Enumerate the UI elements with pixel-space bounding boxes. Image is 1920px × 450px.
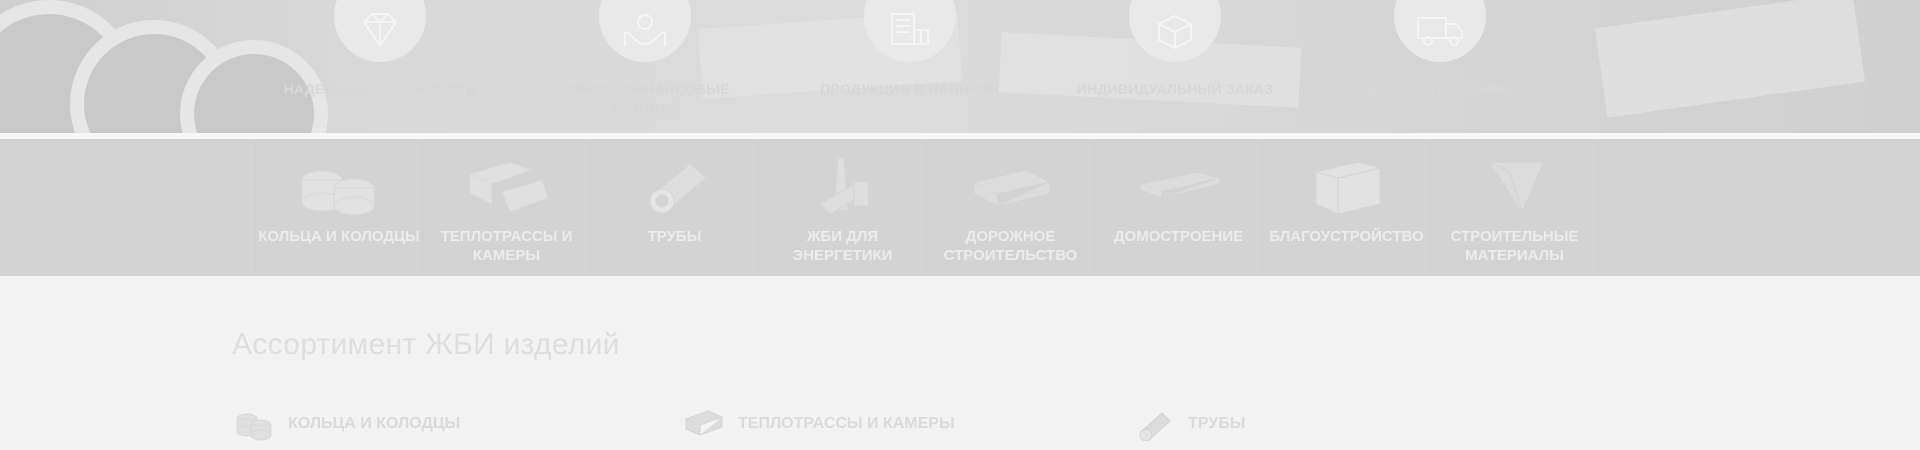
- feature-label: Индивидуальный заказ: [1076, 81, 1274, 97]
- warehouse-icon: [864, 0, 956, 62]
- assortment-item-heat-networks[interactable]: Теплотрассы и камеры: [682, 404, 955, 444]
- category-label: Благоустройство: [1269, 228, 1424, 245]
- category-label: Дорожное строительство: [943, 228, 1078, 264]
- category-label: Теплотрассы и камеры: [440, 228, 573, 264]
- feature-label: Гибкие финансовые условия: [560, 81, 730, 116]
- feature-label: Продукция в наличии: [820, 81, 1000, 97]
- hero-banner: Надежная надежность Гибкие финансовые ус…: [0, 0, 1920, 133]
- feature-item: Продукция в наличии: [790, 0, 1030, 133]
- feature-label: Быстрая доставка: [1362, 81, 1518, 97]
- assortment-item-label: Теплотрассы и камеры: [738, 415, 955, 432]
- rings-image: [294, 151, 384, 221]
- feature-item: Быстрая доставка: [1320, 0, 1560, 133]
- category-housing[interactable]: Домостроение: [1095, 139, 1263, 276]
- category-rings[interactable]: Кольца и колодцы: [255, 139, 423, 276]
- assortment-list: Кольца и колодцы Теплотрассы и камеры Тр…: [232, 404, 1632, 444]
- category-label: Трубы: [647, 228, 702, 245]
- category-label: Строительные материалы: [1450, 228, 1579, 264]
- energy-image: [798, 151, 888, 221]
- pipe-thumb: [1132, 406, 1176, 442]
- feature-item: Надежная надежность: [260, 0, 500, 133]
- assortment-item-rings[interactable]: Кольца и колодцы: [232, 404, 460, 444]
- category-road[interactable]: Дорожное строительство: [927, 139, 1095, 276]
- category-materials[interactable]: Строительные материалы: [1431, 139, 1599, 276]
- assortment-item-label: Трубы: [1188, 415, 1246, 432]
- rings-thumb: [232, 406, 276, 442]
- category-list: Кольца и колодцы Теплотрассы и камеры Тр…: [255, 139, 1599, 276]
- trays-image: [462, 151, 552, 221]
- feature-item: Индивидуальный заказ: [1055, 0, 1295, 133]
- category-heat-networks[interactable]: Теплотрассы и камеры: [423, 139, 591, 276]
- slab-image: [1134, 151, 1224, 221]
- category-label: Домостроение: [1113, 228, 1244, 245]
- materials-image: [1470, 151, 1560, 221]
- trays-thumb: [682, 406, 726, 442]
- truck-icon: [1394, 0, 1486, 62]
- diamond-icon: [334, 0, 426, 62]
- section-title: Ассортимент ЖБИ изделий: [232, 328, 620, 361]
- box-icon: [1129, 0, 1221, 62]
- road-slab-image: [966, 151, 1056, 221]
- category-landscape[interactable]: Благоустройство: [1263, 139, 1431, 276]
- assortment-item-pipes[interactable]: Трубы: [1132, 404, 1245, 444]
- assortment-item-label: Кольца и колодцы: [288, 415, 461, 432]
- category-energy[interactable]: ЖБИ для энергетики: [759, 139, 927, 276]
- category-label: ЖБИ для энергетики: [792, 228, 893, 264]
- pipe-image: [630, 151, 720, 221]
- feature-label: Надежная надежность: [283, 81, 477, 97]
- category-label: Кольца и колодцы: [258, 228, 420, 245]
- category-bar: Кольца и колодцы Теплотрассы и камеры Тр…: [0, 139, 1920, 276]
- hands-coin-icon: [599, 0, 691, 62]
- features-row: Надежная надежность Гибкие финансовые ус…: [260, 0, 1560, 133]
- category-pipes[interactable]: Трубы: [591, 139, 759, 276]
- feature-item: Гибкие финансовые условия: [525, 0, 765, 133]
- landscape-image: [1302, 151, 1392, 221]
